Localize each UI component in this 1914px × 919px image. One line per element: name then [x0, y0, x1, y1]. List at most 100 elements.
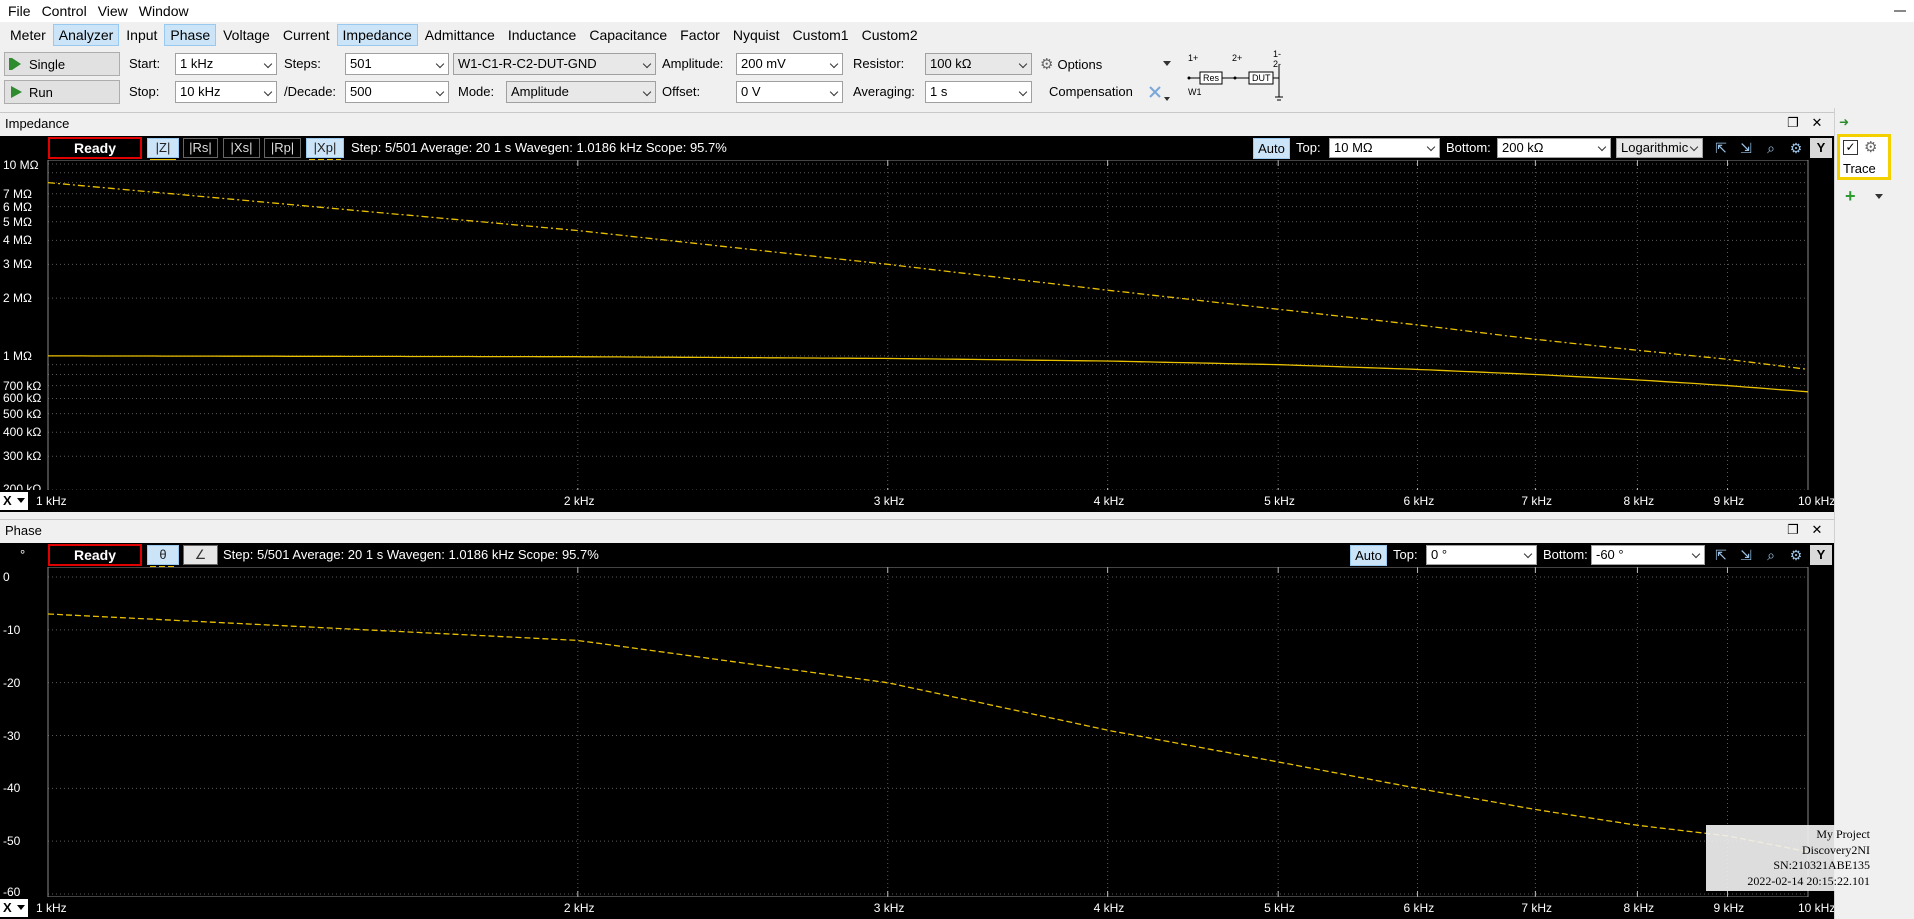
- x-axis-button[interactable]: X: [0, 492, 28, 510]
- tab-custom2[interactable]: Custom2: [856, 24, 924, 46]
- stop-select[interactable]: 10 kHz: [175, 81, 277, 103]
- x-tick-label: 7 kHz: [1521, 901, 1553, 915]
- arrow-right-icon[interactable]: ➜: [1839, 115, 1849, 129]
- y-tick-label: 6 MΩ: [3, 199, 32, 214]
- settings-icon[interactable]: ⚙: [1785, 545, 1807, 565]
- menu-control[interactable]: Control: [40, 3, 96, 19]
- resistor-select[interactable]: 100 kΩ: [925, 53, 1032, 75]
- trace-z-toggle[interactable]: |Z|: [147, 138, 179, 161]
- settings-icon[interactable]: ⚙: [1785, 138, 1807, 158]
- options-button[interactable]: ⚙ Options: [1040, 53, 1175, 75]
- window-dash-icon[interactable]: [1894, 10, 1906, 12]
- scale-down-icon[interactable]: ⇲: [1735, 545, 1757, 565]
- start-select[interactable]: 1 kHz: [175, 53, 277, 75]
- tab-current[interactable]: Current: [277, 24, 336, 46]
- resistor-value: 100 kΩ: [930, 56, 972, 71]
- trace-checkbox[interactable]: ✓: [1843, 140, 1858, 155]
- single-button[interactable]: Single: [4, 52, 120, 76]
- x-tick-label: 3 kHz: [873, 494, 905, 508]
- trace-rs-toggle[interactable]: |Rs|: [183, 138, 218, 158]
- x-tick-label: 5 kHz: [1264, 901, 1295, 915]
- plot-frame: [47, 160, 1809, 494]
- tab-impedance[interactable]: Impedance: [336, 24, 418, 46]
- chevron-down-icon: [17, 905, 25, 910]
- capture-timestamp: 2022-02-14 20:15:22.101: [1747, 873, 1870, 888]
- config-select[interactable]: W1-C1-R-C2-DUT-GND: [453, 53, 656, 75]
- steps-select[interactable]: 501: [345, 53, 449, 75]
- series-line-1: [47, 181, 1809, 371]
- phase-status-text: Step: 5/501 Average: 20 1 s Wavegen: 1.0…: [223, 547, 599, 562]
- scale-up-icon[interactable]: ⇱: [1710, 545, 1732, 565]
- phase-top-value: 0 °: [1431, 547, 1448, 562]
- tab-capacitance[interactable]: Capacitance: [583, 24, 673, 46]
- phase-auto-button[interactable]: Auto: [1350, 545, 1387, 566]
- phase-top-select[interactable]: 0 °: [1426, 545, 1537, 565]
- phase-panel-header: Phase ❐ ✕: [0, 519, 1834, 541]
- x-tick-label: 2 kHz: [563, 494, 595, 508]
- steps-value: 501: [350, 56, 372, 71]
- offset-select[interactable]: 0 V: [736, 81, 843, 103]
- chevron-down-icon: [1597, 142, 1607, 152]
- impedance-auto-button[interactable]: Auto: [1253, 138, 1290, 159]
- mode-select[interactable]: Amplitude: [506, 81, 656, 103]
- scale-down-icon[interactable]: ⇲: [1735, 138, 1757, 158]
- x-tick-label: 1 kHz: [36, 901, 67, 915]
- tab-analyzer[interactable]: Analyzer: [52, 24, 120, 46]
- decade-select[interactable]: 500: [345, 81, 449, 103]
- tab-custom1[interactable]: Custom1: [787, 24, 855, 46]
- phase-bottom-select[interactable]: -60 °: [1591, 545, 1705, 565]
- y-tick-label: 2 MΩ: [3, 291, 32, 306]
- averaging-select[interactable]: 1 s: [925, 81, 1032, 103]
- tab-meter[interactable]: Meter: [4, 24, 52, 46]
- impedance-y-button[interactable]: Y: [1810, 138, 1832, 158]
- zoom-icon[interactable]: ⌕: [1760, 138, 1782, 158]
- impedance-plot-area[interactable]: 10 MΩ 7 MΩ 6 MΩ 5 MΩ 4 MΩ 3 MΩ 2 MΩ 1 MΩ 700 kΩ 6…: [0, 158, 1834, 496]
- trace-gear-icon[interactable]: ⚙: [1864, 138, 1877, 156]
- zoom-icon[interactable]: ⌕: [1760, 545, 1782, 565]
- scale-up-icon[interactable]: ⇱: [1710, 138, 1732, 158]
- menu-file[interactable]: File: [6, 3, 40, 19]
- menu-view[interactable]: View: [96, 3, 137, 19]
- chevron-down-icon: [1689, 142, 1699, 152]
- trace-rp-toggle[interactable]: |Rp|: [264, 138, 301, 158]
- run-button[interactable]: Run: [4, 80, 120, 104]
- tab-voltage[interactable]: Voltage: [217, 24, 276, 46]
- amplitude-select[interactable]: 200 mV: [736, 53, 843, 75]
- x-tick-label: 1 kHz: [36, 494, 67, 508]
- chevron-down-icon: [1018, 87, 1028, 97]
- phase-y-button[interactable]: Y: [1810, 545, 1832, 565]
- impedance-scale-select[interactable]: Logarithmic: [1616, 138, 1703, 158]
- x-axis-button[interactable]: X: [0, 899, 28, 917]
- single-label: Single: [29, 56, 66, 72]
- restore-icon[interactable]: ❐: [1786, 116, 1800, 130]
- phase-plot-area[interactable]: 0 -10 -20 -30 -40 -50 -60: [0, 567, 1834, 899]
- trace-xs-toggle[interactable]: |Xs|: [223, 138, 260, 158]
- close-icon[interactable]: ✕: [1810, 523, 1824, 537]
- impedance-bottom-select[interactable]: 200 kΩ: [1497, 138, 1611, 158]
- add-trace-icon[interactable]: +: [1845, 186, 1856, 207]
- tab-nyquist[interactable]: Nyquist: [727, 24, 786, 46]
- dut-box-label: DUT: [1252, 73, 1271, 83]
- compensation-label[interactable]: Compensation: [1049, 81, 1133, 103]
- compensation-icon[interactable]: [1147, 83, 1171, 103]
- y-tick-label: 5 MΩ: [3, 214, 32, 229]
- tab-phase[interactable]: Phase: [164, 24, 217, 46]
- tab-inductance[interactable]: Inductance: [502, 24, 583, 46]
- impedance-ready-status: Ready: [48, 137, 142, 159]
- dropdown-arrow-icon[interactable]: [1875, 194, 1883, 199]
- x-tick-label: 9 kHz: [1713, 494, 1745, 508]
- phase-plot-toolbar: ° Ready θ ∠ Step: 5/501 Average: 20 1 s …: [0, 543, 1834, 568]
- trace-box[interactable]: ✓ ⚙ Trace: [1837, 134, 1891, 180]
- tab-input[interactable]: Input: [120, 24, 163, 46]
- trace-xp-toggle[interactable]: |Xp|: [306, 138, 344, 161]
- restore-icon[interactable]: ❐: [1786, 523, 1800, 537]
- tab-admittance[interactable]: Admittance: [419, 24, 501, 46]
- tab-factor[interactable]: Factor: [674, 24, 726, 46]
- mode-label: Mode:: [458, 84, 495, 99]
- trace-theta-toggle[interactable]: θ: [147, 545, 179, 568]
- menu-window[interactable]: Window: [137, 3, 198, 19]
- impedance-top-select[interactable]: 10 MΩ: [1329, 138, 1440, 158]
- chevron-down-icon: [1523, 549, 1533, 559]
- close-icon[interactable]: ✕: [1810, 116, 1824, 130]
- trace-angle-toggle[interactable]: ∠: [183, 545, 218, 565]
